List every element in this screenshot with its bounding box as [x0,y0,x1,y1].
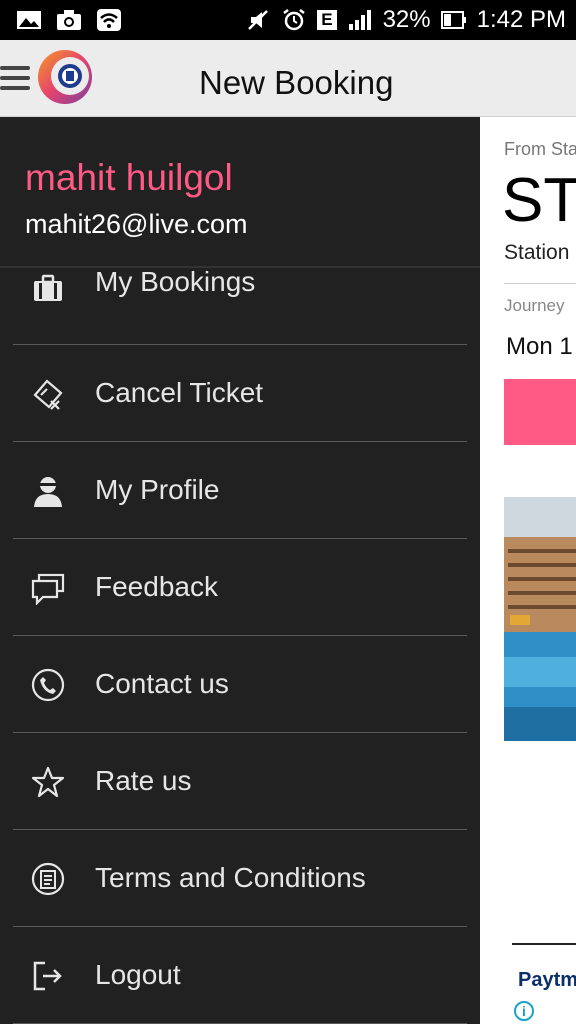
menu-label: Terms and Conditions [95,862,366,893]
ad-banner-image[interactable] [504,497,576,741]
divider [504,283,576,284]
status-bar: E 32% 1:42 PM [0,0,576,40]
phone-icon [31,668,65,702]
menu-label: Rate us [95,765,192,796]
journey-date[interactable]: Mon 1 [506,333,573,361]
star-icon [31,766,65,798]
menu-label: Cancel Ticket [95,377,264,408]
briefcase-icon [34,274,62,301]
station-code[interactable]: ST [502,165,576,236]
station-name: Station [504,241,570,264]
page-title: New Booking [199,64,394,101]
from-station-label: From Sta [504,139,576,159]
battery-percent: 32% [382,6,431,33]
app-bar: New Booking [0,40,576,117]
drawer-menu: My Bookings Cancel Ticket My Profile Fee… [13,248,467,1024]
signal-icon [348,10,371,30]
menu-item-rate-us[interactable]: Rate us [13,733,467,830]
user-name: mahit huilgol [25,157,233,198]
camera-icon [57,10,81,30]
menu-item-cancel-ticket[interactable]: Cancel Ticket [13,345,467,442]
search-button[interactable] [504,379,576,445]
app-logo [38,50,92,104]
image-icon [17,11,41,29]
ad-brand[interactable]: Paytm [518,969,576,992]
drawer-header: mahit huilgol mahit26@live.com [0,117,480,268]
battery-icon [440,11,466,29]
info-icon[interactable]: i [514,1001,534,1021]
alarm-icon [283,9,305,31]
menu-label: My Profile [95,474,220,505]
clock: 1:42 PM [476,6,566,33]
menu-label: Feedback [95,571,218,602]
mute-icon [248,10,269,30]
logout-icon [33,961,62,991]
menu-label: Logout [95,959,181,990]
cancel-ticket-icon [33,379,63,410]
menu-item-feedback[interactable]: Feedback [13,539,467,636]
network-type: E [317,10,337,30]
booking-form: From Sta ST Station Journey Mon 1 Paytm … [480,117,576,1024]
terms-icon [31,862,65,896]
menu-item-terms[interactable]: Terms and Conditions [13,830,467,927]
menu-icon[interactable] [0,66,30,92]
menu-item-logout[interactable]: Logout [13,927,467,1024]
user-email: mahit26@live.com [25,209,248,239]
menu-item-my-bookings[interactable]: My Bookings [13,248,467,345]
menu-item-contact-us[interactable]: Contact us [13,636,467,733]
wifi-icon [97,9,121,31]
profile-icon [34,477,62,507]
navigation-drawer: mahit huilgol mahit26@live.com My Bookin… [0,117,480,1024]
divider [512,943,576,945]
menu-label: My Bookings [95,266,256,297]
menu-item-my-profile[interactable]: My Profile [13,442,467,539]
journey-date-label: Journey [504,296,565,315]
feedback-icon [31,573,65,605]
menu-label: Contact us [95,668,229,699]
